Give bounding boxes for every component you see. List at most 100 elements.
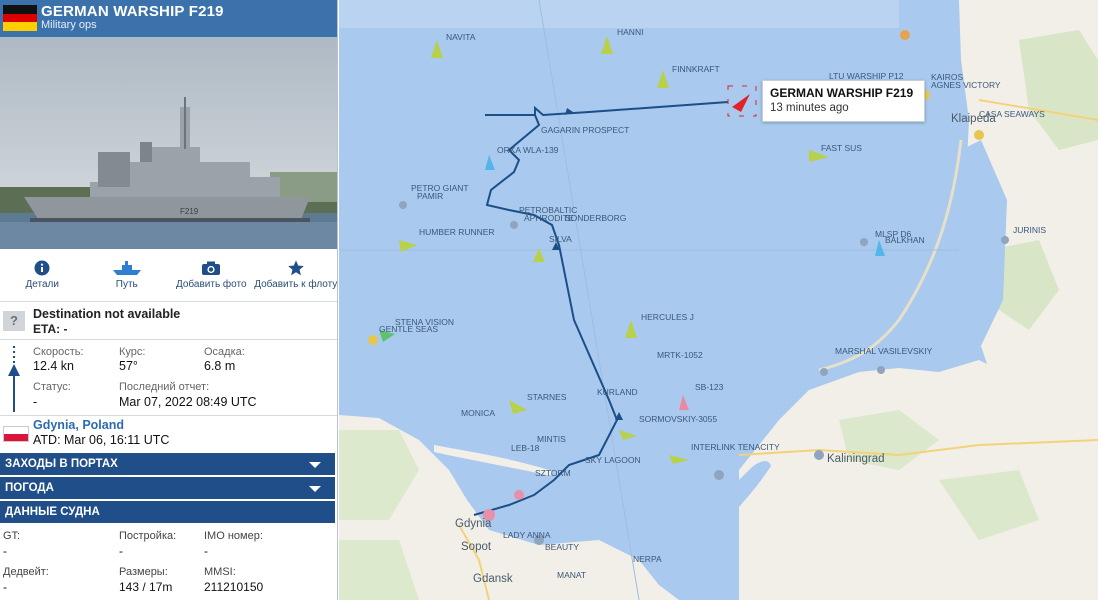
vessel-photo[interactable]: F219 [0,37,337,249]
svg-text:INTERLINK TENACITY: INTERLINK TENACITY [691,442,780,452]
svg-text:SORMOVSKIY-3055: SORMOVSKIY-3055 [639,414,717,424]
built-value: - [119,544,123,558]
unknown-destination-icon: ? [3,311,25,331]
svg-text:HERCULES J: HERCULES J [641,312,694,322]
weather-section[interactable]: ПОГОДА [0,477,335,499]
svg-text:STARNES: STARNES [527,392,567,402]
port-calls-section[interactable]: ЗАХОДЫ В ПОРТАХ [0,453,335,475]
map-canvas[interactable]: NAVITA HANNI FINNKRAFT LTU WARSHIP P12 K… [339,0,1098,600]
departure-port-row: Gdynia, Poland ATD: Mar 06, 16:11 UTC [0,416,337,452]
vessel-data-section[interactable]: ДАННЫЕ СУДНА [0,501,335,523]
speed-value: 12.4 kn [33,359,75,373]
vessel-tooltip[interactable]: GERMAN WARSHIP F219 13 minutes ago [762,80,925,122]
svg-text:AGNES VICTORY: AGNES VICTORY [931,80,1001,90]
status-value: - [33,395,38,409]
vessel-info-panel: GERMAN WARSHIP F219 Military ops F219 Де… [0,0,338,600]
add-photo-button[interactable]: Добавить фото [169,250,254,301]
sea-area [339,0,899,28]
gt-label: GT: [3,530,21,542]
svg-text:PAMIR: PAMIR [417,191,443,201]
departure-port-link[interactable]: Gdynia, Poland [33,418,124,432]
svg-text:F219: F219 [180,207,199,216]
dwt-label: Дедвейт: [3,566,49,578]
add-photo-label: Добавить фото [175,279,247,290]
city-label: Kaliningrad [827,453,885,465]
vessel-data-label: ДАННЫЕ СУДНА [5,506,100,518]
tooltip-vessel-name: GERMAN WARSHIP F219 [770,86,914,100]
draught-label: Осадка: [204,346,245,358]
mmsi-label: MMSI: [204,566,236,578]
imo-label: IMO номер: [204,530,263,542]
last-report-label: Последний отчет: [119,381,210,393]
svg-text:MINTIS: MINTIS [537,434,566,444]
city-label: Gdynia [455,518,492,530]
speed-label: Скорость: [33,346,84,358]
built-label: Постройка: [119,530,177,542]
city-label: Gdansk [473,573,513,585]
svg-text:GAGARIN PROSPECT: GAGARIN PROSPECT [541,125,629,135]
action-bar: Детали Путь Добавить фото Добавить к фло… [0,250,338,302]
svg-text:SONDERBORG: SONDERBORG [565,213,626,223]
add-to-fleet-button[interactable]: Добавить к флоту [254,250,338,301]
vessel-title: GERMAN WARSHIP F219 [41,3,224,20]
poland-flag-icon [3,426,29,442]
svg-text:BALKHAN: BALKHAN [885,235,925,245]
svg-text:HUMBER RUNNER: HUMBER RUNNER [419,227,495,237]
dwt-value: - [3,580,7,594]
vessel-type: Military ops [41,19,97,31]
camera-icon [202,261,221,275]
svg-text:GENTLE SEAS: GENTLE SEAS [379,324,438,334]
germany-flag-icon [3,5,37,31]
atd-text: ATD: Mar 06, 16:11 UTC [33,433,170,447]
svg-text:MONICA: MONICA [461,408,495,418]
svg-text:SKY LAGOON: SKY LAGOON [585,455,641,465]
svg-text:FAST SUS: FAST SUS [821,143,862,153]
svg-text:KURLAND: KURLAND [597,387,638,397]
mmsi-value: 211210150 [204,580,264,594]
tooltip-last-seen: 13 minutes ago [770,102,849,114]
size-value: 143 / 17m [119,580,173,594]
svg-text:BEAUTY: BEAUTY [545,542,579,552]
svg-text:LEB-18: LEB-18 [511,443,540,453]
port-calls-label: ЗАХОДЫ В ПОРТАХ [5,458,118,470]
destination-text: Destination not available [33,307,181,321]
star-icon [287,260,304,276]
route-label: Путь [115,279,138,290]
map-view[interactable]: NAVITA HANNI FINNKRAFT LTU WARSHIP P12 K… [339,0,1098,600]
svg-text:MANAT: MANAT [557,570,586,580]
last-report-value: Mar 07, 2022 08:49 UTC [119,395,257,409]
weather-label: ПОГОДА [5,482,54,494]
size-label: Размеры: [119,566,168,578]
svg-text:ORKA WLA-139: ORKA WLA-139 [497,145,559,155]
gt-value: - [3,544,7,558]
svg-text:JURINIS: JURINIS [1013,225,1046,235]
vessel-data-grid: GT: - Постройка: - IMO номер: - Дедвейт:… [0,526,337,600]
draught-value: 6.8 m [204,359,236,373]
svg-text:HANNI: HANNI [617,27,643,37]
ship-route-icon [112,261,141,275]
details-button[interactable]: Детали [0,250,85,301]
info-icon [34,260,50,276]
add-to-fleet-label: Добавить к флоту [254,279,338,290]
course-value: 57° [119,359,138,373]
panel-header: GERMAN WARSHIP F219 Military ops [0,0,337,37]
voyage-stats: Скорость: 12.4 kn Курс: 57° Осадка: 6.8 … [0,340,337,416]
route-button[interactable]: Путь [85,250,170,301]
eta-text: ETA: - [33,322,68,336]
details-label: Детали [25,279,59,290]
svg-text:LADY ANNA: LADY ANNA [503,530,551,540]
city-label: Klaipėda [951,113,996,125]
svg-text:NERPA: NERPA [633,554,662,564]
voyage-progress-icon [8,346,20,412]
chevron-down-icon [309,462,321,468]
svg-text:MRTK-1052: MRTK-1052 [657,350,703,360]
city-label: Sopot [461,541,492,553]
svg-text:SILVA: SILVA [549,234,572,244]
svg-text:FINNKRAFT: FINNKRAFT [672,64,720,74]
status-label: Статус: [33,381,71,393]
svg-text:MARSHAL VASILEVSKIY: MARSHAL VASILEVSKIY [835,346,933,356]
svg-text:NAVITA: NAVITA [446,32,476,42]
svg-text:SZTORM: SZTORM [535,468,571,478]
chevron-down-icon [309,486,321,492]
course-label: Курс: [119,346,146,358]
